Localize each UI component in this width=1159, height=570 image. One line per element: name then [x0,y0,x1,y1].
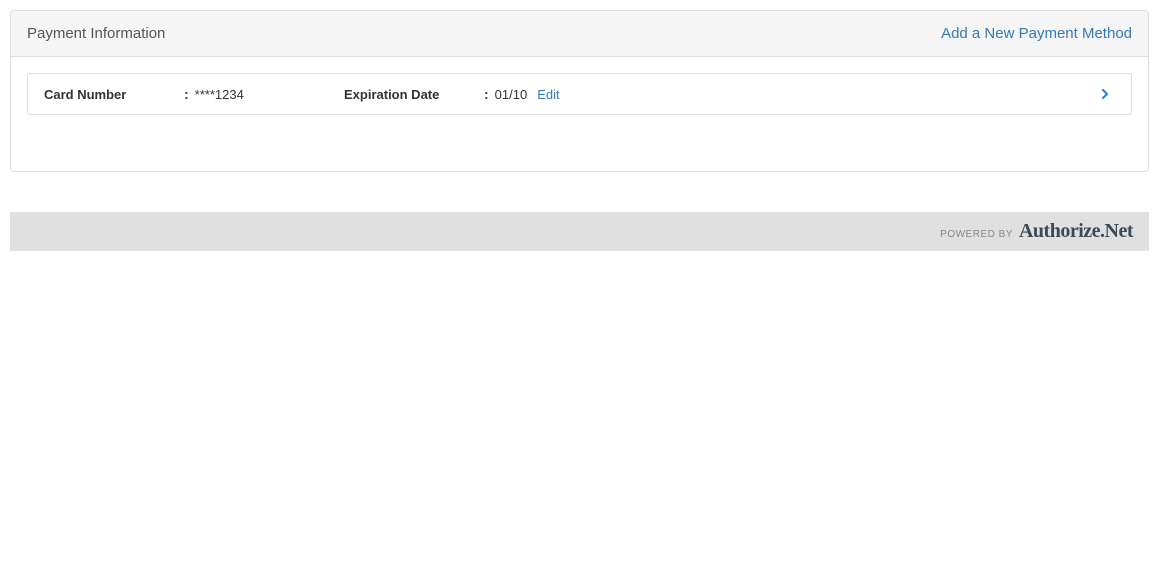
edit-link[interactable]: Edit [537,87,559,102]
expiry-label: Expiration Date [344,87,484,102]
colon: : [184,86,189,102]
spacer [27,115,1132,155]
panel-body: Card Number : ****1234 Expiration Date :… [11,57,1148,171]
payment-method-row: Card Number : ****1234 Expiration Date :… [27,73,1132,115]
brand-logo: Authorize.Net [1019,220,1133,243]
panel-header: Payment Information Add a New Payment Me… [11,11,1148,57]
expiry-value: 01/10 [495,87,528,102]
card-number-value: ****1234 [195,87,244,102]
footer-bar: POWERED BY Authorize.Net [10,212,1149,251]
colon: : [484,86,489,102]
panel-title: Payment Information [27,25,165,42]
payment-info-panel: Payment Information Add a New Payment Me… [10,10,1149,172]
powered-by-label: POWERED BY [940,229,1013,240]
card-number-label: Card Number [44,87,184,102]
chevron-right-icon [1099,88,1111,100]
card-number-group: Card Number : ****1234 [44,86,344,102]
add-payment-method-link[interactable]: Add a New Payment Method [941,25,1132,42]
expiry-group: Expiration Date : 01/10 Edit [344,86,560,102]
expand-chevron-button[interactable] [1095,88,1115,100]
